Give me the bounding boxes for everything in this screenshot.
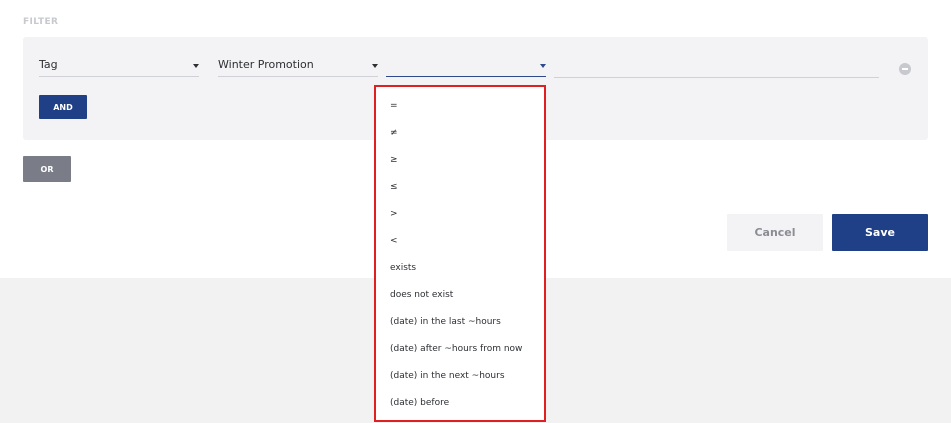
field-select[interactable]: Tag <box>39 55 199 77</box>
tag-select[interactable]: Winter Promotion <box>218 55 378 77</box>
operator-option[interactable]: exists <box>390 263 416 273</box>
and-button[interactable]: AND <box>39 95 87 119</box>
filter-section-label: FILTER <box>23 17 59 27</box>
caret-down-icon <box>372 64 378 68</box>
operator-option[interactable]: (date) in the next ~hours <box>390 371 505 381</box>
operator-dropdown-menu: = ≠ ≥ ≤ > < exists does not exist (date)… <box>374 85 546 422</box>
value-input[interactable] <box>554 77 879 78</box>
minus-circle-icon[interactable] <box>899 63 911 75</box>
field-select-value: Tag <box>39 58 58 71</box>
operator-option[interactable]: (date) before <box>390 398 449 408</box>
operator-option[interactable]: ≤ <box>390 182 398 192</box>
operator-option[interactable]: does not exist <box>390 290 453 300</box>
operator-option[interactable]: > <box>390 209 398 219</box>
operator-option[interactable]: ≥ <box>390 155 398 165</box>
operator-option[interactable]: ≠ <box>390 128 398 138</box>
operator-option[interactable]: (date) in the last ~hours <box>390 317 501 327</box>
or-button[interactable]: OR <box>23 156 71 182</box>
caret-down-icon <box>193 64 199 68</box>
save-button[interactable]: Save <box>832 214 928 251</box>
operator-select[interactable] <box>386 55 546 77</box>
operator-option[interactable]: = <box>390 101 398 111</box>
cancel-button[interactable]: Cancel <box>727 214 823 251</box>
operator-option[interactable]: (date) after ~hours from now <box>390 344 522 354</box>
tag-select-value: Winter Promotion <box>218 58 314 71</box>
operator-option[interactable]: < <box>390 236 398 246</box>
caret-down-icon <box>540 64 546 68</box>
